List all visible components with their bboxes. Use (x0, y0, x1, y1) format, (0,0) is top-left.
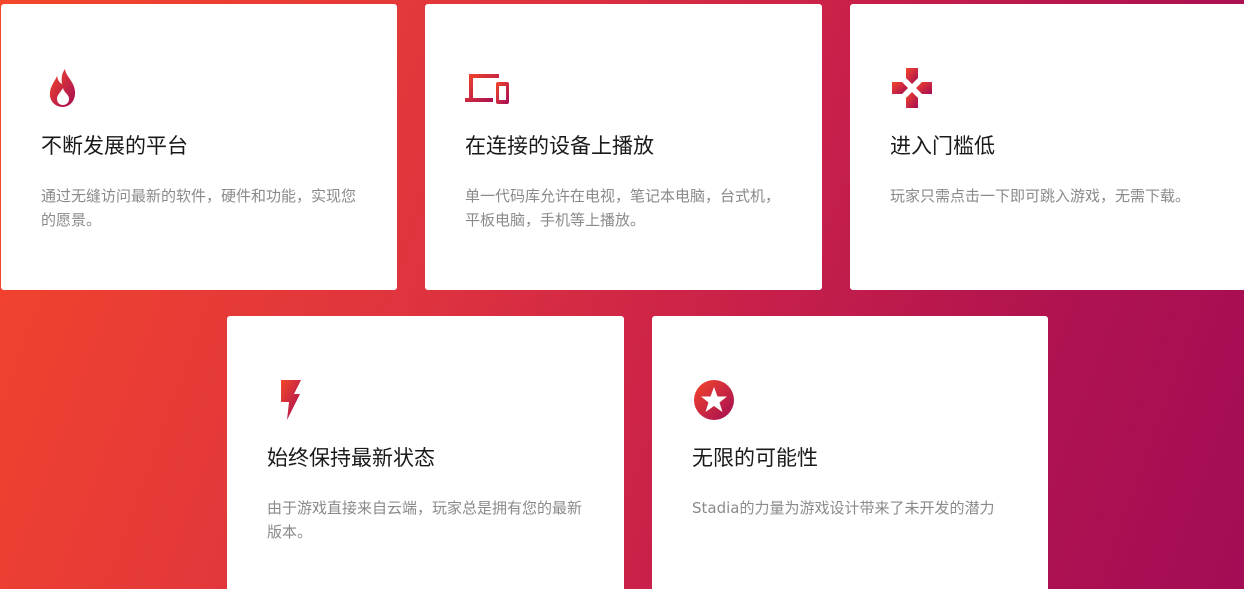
feature-description: Stadia的力量为游戏设计带来了未开发的潜力 (692, 499, 995, 517)
feature-title: 不断发展的平台 (41, 134, 188, 158)
feature-card-low-barrier: 进入门槛低 玩家只需点击一下即可跳入游戏，无需下载。 (850, 4, 1244, 290)
feature-card-unlimited-possibilities: 无限的可能性 Stadia的力量为游戏设计带来了未开发的潜力 (652, 316, 1048, 589)
feature-description: 玩家只需点击一下即可跳入游戏，无需下载。 (890, 187, 1191, 205)
feature-title: 无限的可能性 (692, 446, 818, 470)
feature-title: 进入门槛低 (890, 134, 995, 158)
feature-card-connected-devices: 在连接的设备上播放 单一代码库允许在电视，笔记本电脑，台式机，平板电脑，手机等上… (425, 4, 822, 290)
lightning-bolt-icon (267, 378, 311, 422)
feature-description: 通过无缝访问最新的软件，硬件和功能，实现您的愿景。 (41, 187, 357, 229)
feature-description: 由于游戏直接来自云端，玩家总是拥有您的最新版本。 (267, 499, 583, 541)
star-badge-icon (692, 378, 736, 422)
devices-icon (465, 66, 509, 110)
feature-description: 单一代码库允许在电视，笔记本电脑，台式机，平板电脑，手机等上播放。 (465, 187, 781, 229)
gamepad-cross-icon (890, 66, 934, 110)
feature-title: 始终保持最新状态 (267, 446, 435, 470)
flame-icon (41, 66, 85, 110)
feature-card-evolving-platform: 不断发展的平台 通过无缝访问最新的软件，硬件和功能，实现您的愿景。 (1, 4, 397, 290)
feature-title: 在连接的设备上播放 (465, 134, 654, 158)
feature-card-always-up-to-date: 始终保持最新状态 由于游戏直接来自云端，玩家总是拥有您的最新版本。 (227, 316, 624, 589)
